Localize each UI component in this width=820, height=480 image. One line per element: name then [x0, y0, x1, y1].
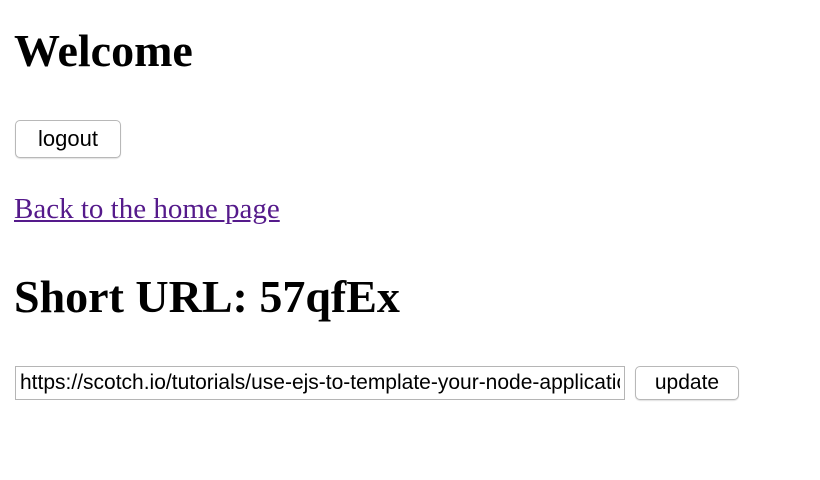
update-button[interactable]: update — [635, 366, 739, 400]
page-content: Welcome logout Back to the home page Sho… — [14, 0, 804, 480]
welcome-heading: Welcome — [14, 25, 193, 76]
home-page-link[interactable]: Back to the home page — [14, 193, 280, 226]
long-url-input[interactable] — [15, 366, 625, 400]
logout-button[interactable]: logout — [15, 120, 121, 158]
short-url-heading: Short URL: 57qfEx — [14, 271, 400, 322]
